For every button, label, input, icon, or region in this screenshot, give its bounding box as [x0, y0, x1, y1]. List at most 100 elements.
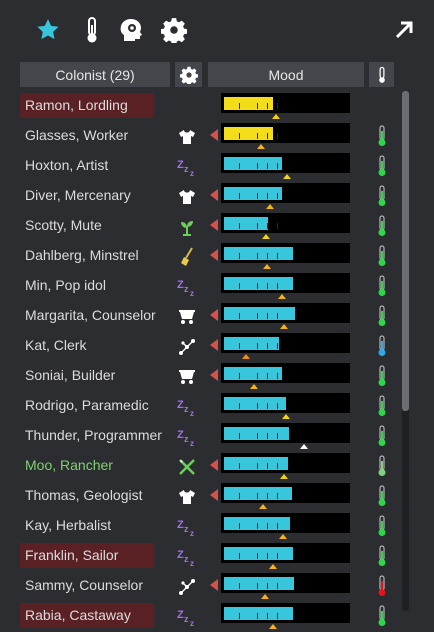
mood-bar[interactable]: [221, 123, 350, 143]
colonist-row[interactable]: Glasses, Worker: [0, 121, 400, 151]
mood-target-marker: [269, 624, 277, 629]
scrollbar-thumb[interactable]: [402, 91, 409, 411]
mood-bar[interactable]: [221, 453, 350, 473]
colonist-row[interactable]: Min, Pop idol Zz z: [0, 271, 400, 301]
broom-icon[interactable]: [176, 246, 198, 268]
shirt-icon[interactable]: [176, 126, 198, 148]
sleep-icon[interactable]: Zzz: [176, 546, 198, 568]
colonist-name[interactable]: Min, Pop idol: [20, 273, 154, 298]
sleep-icon[interactable]: Zzz: [176, 606, 198, 628]
thermometer-icon[interactable]: [77, 15, 107, 45]
plant-icon[interactable]: [176, 216, 198, 238]
mood-bar[interactable]: [221, 273, 350, 293]
mood-threshold-tick: [267, 103, 268, 109]
colonist-name[interactable]: Sammy, Counselor: [20, 573, 154, 598]
colonist-name[interactable]: Hoxton, Artist: [20, 153, 154, 178]
sleep-icon[interactable]: Zzz: [176, 156, 198, 178]
colonist-row[interactable]: Moo, Rancher: [0, 451, 400, 481]
mood-bar[interactable]: [221, 513, 350, 533]
colonist-row[interactable]: Thomas, Geologist: [0, 481, 400, 511]
mood-threshold-tick: [277, 133, 278, 139]
colonist-row[interactable]: Dahlberg, Minstrel: [0, 241, 400, 271]
thermometer-icon: [377, 185, 387, 212]
mood-bar[interactable]: [221, 603, 350, 623]
sleep-icon[interactable]: Zzz: [176, 396, 198, 418]
colonist-name[interactable]: Thunder, Programmer: [20, 423, 162, 448]
mood-trend-icon: [210, 579, 218, 591]
colonist-name[interactable]: Margarita, Counselor: [20, 303, 156, 328]
svg-text:z: z: [184, 554, 189, 564]
settings-column-button[interactable]: [175, 62, 202, 87]
colonist-row[interactable]: Hoxton, Artist Zz z: [0, 151, 400, 181]
colonist-row[interactable]: Thunder, Programmer Zz z: [0, 421, 400, 451]
colonist-row[interactable]: Rodrigo, Paramedic Zz z: [0, 391, 400, 421]
colonist-name[interactable]: Diver, Mercenary: [20, 183, 154, 208]
mood-threshold-tick: [267, 433, 268, 439]
mood-threshold-tick: [239, 223, 240, 229]
colonist-name[interactable]: Scotty, Mute: [20, 213, 154, 238]
star-icon[interactable]: [33, 15, 63, 45]
mood-bar[interactable]: [221, 333, 350, 353]
colonist-name[interactable]: Soniai, Builder: [20, 363, 154, 388]
sleep-icon[interactable]: Zzz: [176, 516, 198, 538]
cart-icon[interactable]: [176, 306, 198, 328]
gear-icon[interactable]: [159, 15, 189, 45]
sleep-icon[interactable]: Zzz: [176, 426, 198, 448]
mood-bar[interactable]: [221, 483, 350, 503]
network-icon[interactable]: [176, 576, 198, 598]
mood-bar[interactable]: [221, 543, 350, 563]
colonist-column-header[interactable]: Colonist (29): [20, 62, 170, 87]
sleep-icon[interactable]: Zzz: [176, 276, 198, 298]
mood-bar[interactable]: [221, 393, 350, 413]
mood-threshold-tick: [277, 403, 278, 409]
temperature-column-header[interactable]: [369, 62, 394, 87]
colonist-name[interactable]: Kay, Herbalist: [20, 513, 154, 538]
mood-bar[interactable]: [221, 363, 350, 383]
mood-threshold-tick: [277, 373, 278, 379]
scrollbar[interactable]: [402, 91, 409, 611]
colonist-row[interactable]: Sammy, Counselor: [0, 571, 400, 601]
colonist-row[interactable]: Kay, Herbalist Zz z: [0, 511, 400, 541]
mood-bar[interactable]: [221, 423, 350, 443]
cart-icon[interactable]: [176, 366, 198, 388]
cross-tools-icon[interactable]: [176, 456, 198, 478]
mood-bar[interactable]: [221, 153, 350, 173]
colonist-name[interactable]: Rodrigo, Paramedic: [20, 393, 154, 418]
mood-threshold-tick: [267, 613, 268, 619]
mood-trend-icon: [210, 309, 218, 321]
colonist-name[interactable]: Moo, Rancher: [20, 453, 154, 478]
colonist-row[interactable]: Franklin, Sailor Zz z: [0, 541, 400, 571]
colonist-row[interactable]: Ramon, Lordling: [0, 91, 400, 121]
colonist-name[interactable]: Thomas, Geologist: [20, 483, 154, 508]
svg-text:z: z: [184, 434, 189, 444]
colonist-row[interactable]: Soniai, Builder: [0, 361, 400, 391]
head-gear-icon[interactable]: [117, 15, 147, 45]
mood-threshold-tick: [267, 283, 268, 289]
shirt-icon[interactable]: [176, 186, 198, 208]
mood-bar-fill: [224, 547, 293, 560]
mood-bar[interactable]: [221, 183, 350, 203]
colonist-name[interactable]: Ramon, Lordling: [20, 93, 154, 118]
mood-bar[interactable]: [221, 213, 350, 233]
colonist-row[interactable]: Diver, Mercenary: [0, 181, 400, 211]
mood-bar[interactable]: [221, 93, 350, 113]
mood-column-header[interactable]: Mood: [208, 62, 364, 87]
colonist-row[interactable]: Margarita, Counselor: [0, 301, 400, 331]
arrow-up-right-icon[interactable]: [389, 15, 419, 45]
colonist-name[interactable]: Dahlberg, Minstrel: [20, 243, 154, 268]
colonist-name[interactable]: Franklin, Sailor: [20, 543, 154, 568]
svg-text:z: z: [190, 529, 194, 537]
network-icon[interactable]: [176, 336, 198, 358]
mood-bar[interactable]: [221, 243, 350, 263]
mood-bar[interactable]: [221, 573, 350, 593]
mood-threshold-tick: [239, 163, 240, 169]
colonist-row[interactable]: Rabia, Castaway Zz z: [0, 601, 400, 631]
colonist-row[interactable]: Scotty, Mute: [0, 211, 400, 241]
colonist-name[interactable]: Glasses, Worker: [20, 123, 154, 148]
colonist-name[interactable]: Rabia, Castaway: [20, 603, 154, 628]
mood-threshold-tick: [277, 343, 278, 349]
colonist-name[interactable]: Kat, Clerk: [20, 333, 154, 358]
colonist-row[interactable]: Kat, Clerk: [0, 331, 400, 361]
shirt-icon[interactable]: [176, 486, 198, 508]
mood-bar[interactable]: [221, 303, 350, 323]
